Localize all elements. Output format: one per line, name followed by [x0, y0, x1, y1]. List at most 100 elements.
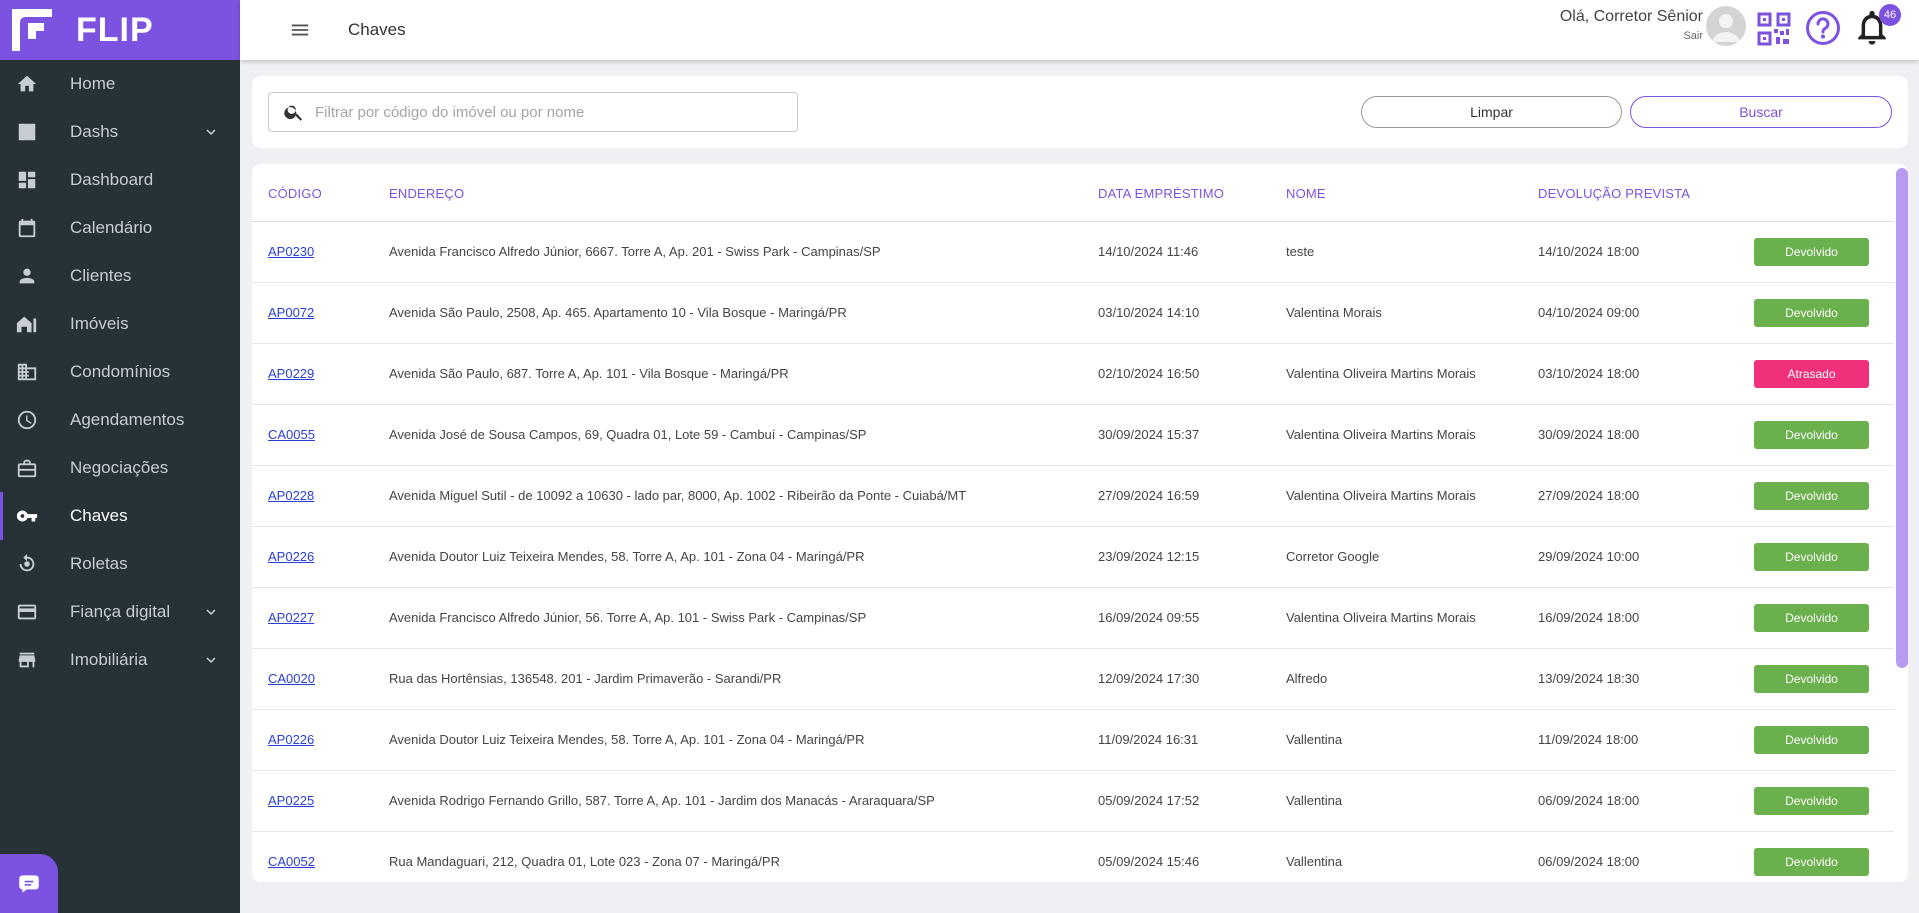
return-date-cell: 16/09/2024 18:00 — [1538, 610, 1640, 625]
user-greeting: Olá, Corretor Sênior — [1559, 8, 1703, 25]
property-code-link[interactable]: AP0226 — [268, 549, 314, 564]
brand-name: FLIP — [76, 10, 154, 49]
sidebar-item-fianca-digital[interactable]: Fiança digital — [0, 588, 240, 636]
topbar: Chaves Olá, Corretor Sênior Sair 46 — [240, 0, 1919, 60]
table-row: AP0228 Avenida Miguel Sutil - de 10092 a… — [252, 466, 1908, 527]
property-code-link[interactable]: CA0055 — [268, 427, 315, 442]
address-cell: Avenida São Paulo, 687. Torre A, Ap. 101… — [389, 366, 789, 381]
header-return-date[interactable]: DEVOLUÇÃO PREVISTA — [1538, 186, 1690, 201]
property-code-link[interactable]: AP0226 — [268, 732, 314, 747]
dashboard-icon — [14, 167, 40, 193]
address-cell: Avenida José de Sousa Campos, 69, Quadra… — [389, 427, 867, 442]
table-scrollbar[interactable] — [1894, 164, 1908, 882]
header-name[interactable]: NOME — [1286, 186, 1326, 201]
table-row: CA0020 Rua das Hortênsias, 136548. 201 -… — [252, 649, 1908, 710]
keys-table: CÓDIGO ENDEREÇO DATA EMPRÉSTIMO NOME DEV… — [252, 164, 1908, 882]
scrollbar-thumb[interactable] — [1896, 168, 1908, 668]
avatar[interactable] — [1706, 6, 1746, 46]
home-icon — [14, 71, 40, 97]
status-badge: Devolvido — [1754, 482, 1869, 510]
sidebar-item-imobiliaria[interactable]: Imobiliária — [0, 636, 240, 684]
address-cell: Avenida Rodrigo Fernando Grillo, 587. To… — [389, 793, 935, 808]
header-loan-date[interactable]: DATA EMPRÉSTIMO — [1098, 186, 1224, 201]
chevron-down-icon — [202, 123, 220, 141]
return-date-cell: 29/09/2024 10:00 — [1538, 549, 1640, 564]
loan-date-cell: 23/09/2024 12:15 — [1098, 549, 1200, 564]
return-date-cell: 04/10/2024 09:00 — [1538, 305, 1640, 320]
return-date-cell: 30/09/2024 18:00 — [1538, 427, 1640, 442]
status-badge: Devolvido — [1754, 543, 1869, 571]
property-code-link[interactable]: AP0227 — [268, 610, 314, 625]
address-cell: Avenida Francisco Alfredo Júnior, 56. To… — [389, 610, 867, 625]
sidebar-item-negociacoes[interactable]: Negociações — [0, 444, 240, 492]
property-code-link[interactable]: AP0228 — [268, 488, 314, 503]
status-badge: Devolvido — [1754, 238, 1869, 266]
sidebar-item-agendamentos[interactable]: Agendamentos — [0, 396, 240, 444]
briefcase-icon — [14, 455, 40, 481]
property-code-link[interactable]: AP0229 — [268, 366, 314, 381]
name-cell: Vallentina — [1286, 854, 1343, 869]
chat-button[interactable] — [0, 854, 58, 913]
property-code-link[interactable]: AP0230 — [268, 244, 314, 259]
sidebar-item-condominios[interactable]: Condomínios — [0, 348, 240, 396]
sidebar-item-dashboard[interactable]: Dashboard — [0, 156, 240, 204]
status-badge: Devolvido — [1754, 604, 1869, 632]
return-date-cell: 13/09/2024 18:30 — [1538, 671, 1640, 686]
return-date-cell: 14/10/2024 18:00 — [1538, 244, 1640, 259]
key-icon — [14, 503, 40, 529]
status-badge: Devolvido — [1754, 665, 1869, 693]
sidebar-item-chaves[interactable]: Chaves — [0, 492, 240, 540]
brand-header[interactable]: FLIP — [0, 0, 240, 60]
property-code-link[interactable]: CA0052 — [268, 854, 315, 869]
status-badge: Devolvido — [1754, 421, 1869, 449]
property-code-link[interactable]: CA0020 — [268, 671, 315, 686]
sidebar-item-label: Fiança digital — [70, 602, 171, 621]
status-badge: Devolvido — [1754, 299, 1869, 327]
name-cell: Valentina Oliveira Martins Morais — [1286, 427, 1476, 442]
table-row: CA0055 Avenida José de Sousa Campos, 69,… — [252, 405, 1908, 466]
sidebar-item-imoveis[interactable]: Imóveis — [0, 300, 240, 348]
address-cell: Rua das Hortênsias, 136548. 201 - Jardim… — [389, 671, 782, 686]
status-badge: Devolvido — [1754, 787, 1869, 815]
table-body: AP0230 Avenida Francisco Alfredo Júnior,… — [252, 222, 1908, 882]
search-input[interactable] — [315, 103, 785, 121]
table-row: CA0052 Rua Mandaguari, 212, Quadra 01, L… — [252, 832, 1908, 882]
loan-date-cell: 11/09/2024 16:31 — [1098, 732, 1199, 747]
sidebar-item-label: Dashs — [70, 122, 119, 141]
address-cell: Avenida Francisco Alfredo Júnior, 6667. … — [389, 244, 881, 259]
sidebar-item-label: Calendário — [70, 218, 153, 237]
sidebar-item-clientes[interactable]: Clientes — [0, 252, 240, 300]
clock-icon — [14, 407, 40, 433]
notification-badge: 46 — [1879, 4, 1901, 26]
return-date-cell: 11/09/2024 18:00 — [1538, 732, 1639, 747]
search-box[interactable] — [268, 92, 798, 132]
sidebar-item-home[interactable]: Home — [0, 60, 240, 108]
address-cell: Avenida Doutor Luiz Teixeira Mendes, 58.… — [389, 732, 865, 747]
sidebar-item-roletas[interactable]: Roletas — [0, 540, 240, 588]
loan-date-cell: 02/10/2024 16:50 — [1098, 366, 1200, 381]
chat-icon — [19, 874, 39, 893]
name-cell: Valentina Oliveira Martins Morais — [1286, 488, 1476, 503]
store-icon — [14, 647, 40, 673]
search-icon — [284, 105, 303, 121]
user-block: Olá, Corretor Sênior Sair — [1560, 8, 1703, 42]
header-address[interactable]: ENDEREÇO — [389, 186, 464, 201]
table-row: AP0230 Avenida Francisco Alfredo Júnior,… — [252, 222, 1908, 283]
status-badge: Devolvido — [1754, 848, 1869, 876]
address-cell: Rua Mandaguari, 212, Quadra 01, Lote 023… — [389, 854, 780, 869]
loan-date-cell: 30/09/2024 15:37 — [1098, 427, 1200, 442]
search-button[interactable]: Buscar — [1630, 96, 1892, 128]
address-cell: Avenida Doutor Luiz Teixeira Mendes, 58.… — [389, 549, 865, 564]
sidebar-item-dashs[interactable]: Dashs — [0, 108, 240, 156]
menu-toggle-button[interactable] — [286, 16, 314, 44]
logout-link[interactable]: Sair — [1560, 30, 1703, 42]
header-code[interactable]: CÓDIGO — [268, 186, 322, 201]
property-code-link[interactable]: AP0225 — [268, 793, 314, 808]
flip-logo-icon — [10, 7, 54, 53]
clear-button[interactable]: Limpar — [1361, 96, 1622, 128]
loan-date-cell: 14/10/2024 11:46 — [1098, 244, 1199, 259]
help-icon[interactable] — [1805, 10, 1841, 46]
sidebar-item-calendario[interactable]: Calendário — [0, 204, 240, 252]
qr-code-icon[interactable] — [1757, 12, 1791, 46]
property-code-link[interactable]: AP0072 — [268, 305, 314, 320]
